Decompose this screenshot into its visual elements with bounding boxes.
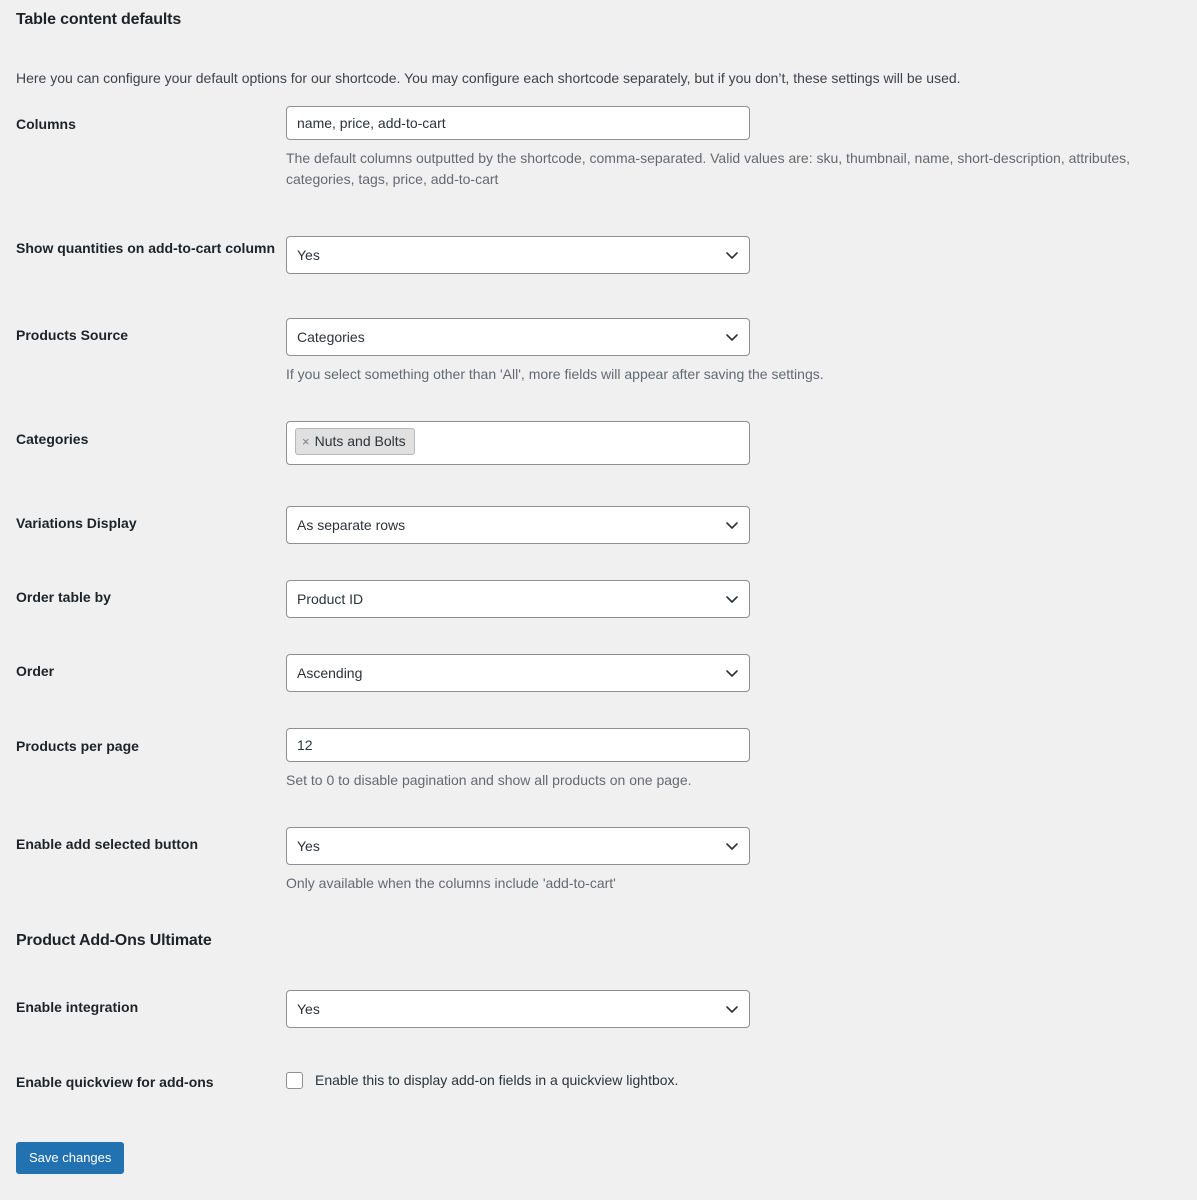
order-table-by-value: Product ID [297,591,364,607]
label-order-table-by: Order table by [16,589,111,605]
order-table-by-select[interactable]: Product ID [286,580,750,618]
enable-add-selected-value: Yes [297,838,320,854]
label-products-source: Products Source [16,327,129,343]
chevron-down-icon [725,248,739,262]
settings-page: Table content defaults Here you can conf… [0,0,1197,1200]
columns-input[interactable] [286,106,750,140]
enable-add-selected-select[interactable]: Yes [286,827,750,865]
chevron-down-icon [725,1002,739,1016]
label-variations-display: Variations Display [16,515,137,531]
label-categories: Categories [16,431,89,447]
remove-token-icon[interactable]: × [302,435,310,448]
label-enable-add-selected: Enable add selected button [16,836,199,852]
enable-quickview-checkbox-label[interactable]: Enable this to display add-on fields in … [315,1071,678,1091]
label-products-per-page: Products per page [16,738,139,754]
products-per-page-description: Set to 0 to disable pagination and show … [286,772,692,788]
chevron-down-icon [725,666,739,680]
section-title-product-addons-ultimate: Product Add-Ons Ultimate [16,932,212,949]
label-enable-quickview: Enable quickview for add-ons [16,1074,214,1090]
chevron-down-icon [725,839,739,853]
intro-paragraph: Here you can configure your default opti… [16,70,961,86]
label-show-quantities: Show quantities on add-to-cart column [16,240,275,256]
category-token[interactable]: × Nuts and Bolts [295,428,415,456]
variations-display-select[interactable]: As separate rows [286,506,750,544]
chevron-down-icon [725,592,739,606]
label-columns: Columns [16,116,76,132]
save-changes-button[interactable]: Save changes [16,1142,125,1174]
category-token-label: Nuts and Bolts [314,433,406,449]
products-source-description: If you select something other than 'All'… [286,366,824,382]
chevron-down-icon [725,330,739,344]
enable-add-selected-description: Only available when the columns include … [286,875,616,891]
label-order: Order [16,663,55,679]
enable-quickview-checkbox[interactable] [286,1072,303,1090]
products-per-page-input[interactable] [286,728,750,762]
quickview-checkbox-row: Enable this to display add-on fields in … [286,1071,678,1091]
products-source-select[interactable]: Categories [286,318,750,356]
chevron-down-icon [725,518,739,532]
order-select[interactable]: Ascending [286,654,750,692]
page-title: Table content defaults [16,11,182,28]
label-enable-integration: Enable integration [16,999,139,1015]
products-source-value: Categories [297,329,365,345]
columns-description: The default columns outputted by the sho… [286,150,1131,187]
enable-integration-value: Yes [297,1001,320,1017]
enable-integration-select[interactable]: Yes [286,990,750,1028]
categories-multiselect[interactable]: × Nuts and Bolts [286,421,750,465]
variations-display-value: As separate rows [297,517,406,533]
order-value: Ascending [297,665,363,681]
show-quantities-select[interactable]: Yes [286,236,750,274]
show-quantities-value: Yes [297,247,320,263]
